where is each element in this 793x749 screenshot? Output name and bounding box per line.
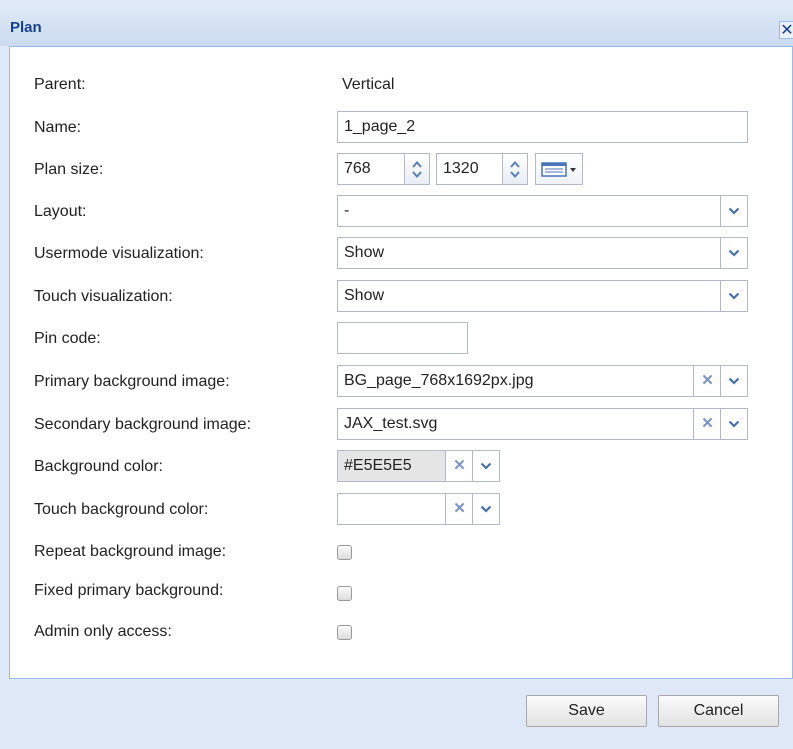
touch-visualization-label: Touch visualization: <box>34 288 173 305</box>
clear-icon[interactable]: ✕ <box>445 451 473 481</box>
name-field-value: 1_page_2 <box>344 118 416 135</box>
repeat-background-image-checkbox[interactable] <box>337 545 352 560</box>
pin-code-label: Pin code: <box>34 330 101 347</box>
fixed-primary-background-checkbox[interactable] <box>337 586 352 601</box>
clear-icon[interactable]: ✕ <box>693 366 721 396</box>
size-preset-button[interactable] <box>535 153 583 185</box>
close-icon[interactable]: ✕ <box>779 21 793 39</box>
width-spinner[interactable] <box>404 154 429 184</box>
chevron-down-icon <box>728 292 740 300</box>
usermode-visualization-select[interactable]: Show <box>337 237 748 269</box>
touch-background-color-label: Touch background color: <box>34 501 209 518</box>
spinner-down-icon[interactable] <box>510 170 520 178</box>
usermode-visualization-dropdown-button[interactable] <box>720 238 747 268</box>
touch-background-color-picker[interactable]: ✕ <box>337 493 500 525</box>
layout-dropdown-button[interactable] <box>720 196 747 226</box>
clear-icon[interactable]: ✕ <box>693 409 721 439</box>
primary-background-image-label: Primary background image: <box>34 373 230 390</box>
plan-width-input[interactable]: 768 <box>337 153 430 185</box>
layout-value: - <box>344 202 350 219</box>
secondary-background-image-select[interactable]: JAX_test.svg ✕ <box>337 408 748 440</box>
touch-background-color-dropdown-button[interactable] <box>472 494 499 524</box>
list-icon <box>541 162 576 177</box>
plan-width-value: 768 <box>344 160 371 177</box>
secondary-background-image-value: JAX_test.svg <box>344 415 438 432</box>
primary-background-image-value: BG_page_768x1692px.jpg <box>344 372 534 389</box>
chevron-down-icon <box>728 377 740 385</box>
background-color-picker[interactable]: #E5E5E5 ✕ <box>337 450 500 482</box>
background-color-value: #E5E5E5 <box>344 457 412 474</box>
admin-only-access-checkbox[interactable] <box>337 625 352 640</box>
chevron-down-icon <box>728 249 740 257</box>
fixed-primary-background-label: Fixed primary background: <box>34 582 224 599</box>
chevron-down-icon <box>480 462 492 470</box>
touch-visualization-select[interactable]: Show <box>337 280 748 312</box>
chevron-down-icon <box>728 420 740 428</box>
touch-visualization-dropdown-button[interactable] <box>720 281 747 311</box>
parent-label: Parent: <box>34 76 86 93</box>
plan-height-input[interactable]: 1320 <box>436 153 528 185</box>
name-field[interactable]: 1_page_2 <box>337 111 748 143</box>
dialog-title: Plan <box>10 19 42 36</box>
plan-dialog: Plan ✕ Parent: Vertical Name: 1_page_2 P… <box>0 0 793 749</box>
cancel-button[interactable]: Cancel <box>658 695 779 727</box>
height-spinner[interactable] <box>502 154 527 184</box>
usermode-visualization-value: Show <box>344 244 385 261</box>
spinner-down-icon[interactable] <box>412 170 422 178</box>
spinner-up-icon[interactable] <box>412 160 422 168</box>
pin-code-field[interactable] <box>337 322 468 354</box>
background-color-dropdown-button[interactable] <box>472 451 499 481</box>
layout-select[interactable]: - <box>337 195 748 227</box>
name-label: Name: <box>34 119 82 136</box>
admin-only-access-label: Admin only access: <box>34 623 172 640</box>
plan-size-label: Plan size: <box>34 161 104 178</box>
save-button[interactable]: Save <box>526 695 647 727</box>
chevron-down-icon <box>728 207 740 215</box>
primary-background-image-dropdown-button[interactable] <box>720 366 747 396</box>
chevron-down-icon <box>480 505 492 513</box>
secondary-background-image-dropdown-button[interactable] <box>720 409 747 439</box>
spinner-up-icon[interactable] <box>510 160 520 168</box>
plan-height-value: 1320 <box>443 160 479 177</box>
repeat-background-image-label: Repeat background image: <box>34 543 227 560</box>
usermode-visualization-label: Usermode visualization: <box>34 245 204 262</box>
dialog-titlebar[interactable]: Plan ✕ <box>0 13 793 46</box>
parent-value: Vertical <box>342 76 395 93</box>
background-color-label: Background color: <box>34 458 163 475</box>
primary-background-image-select[interactable]: BG_page_768x1692px.jpg ✕ <box>337 365 748 397</box>
touch-visualization-value: Show <box>344 287 385 304</box>
layout-label: Layout: <box>34 203 87 220</box>
secondary-background-image-label: Secondary background image: <box>34 416 252 433</box>
clear-icon[interactable]: ✕ <box>445 494 473 524</box>
